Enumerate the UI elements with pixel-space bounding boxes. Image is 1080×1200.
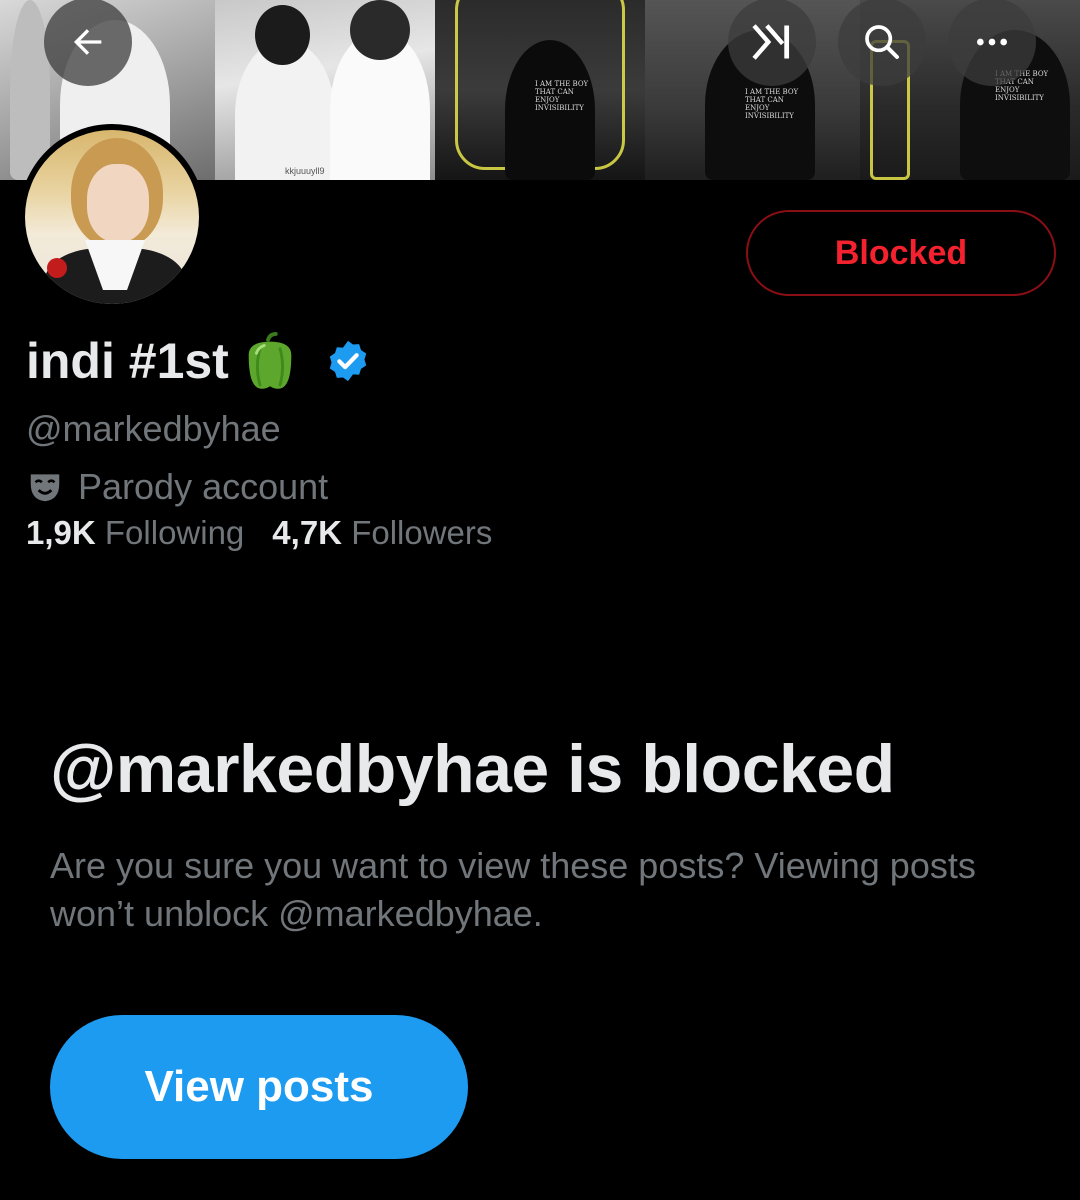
avatar-photo <box>25 130 199 304</box>
parody-label: Parody account <box>26 466 328 508</box>
banner-photo-3: I AM THE BOY THAT CAN ENJOY INVISIBILITY <box>435 0 645 180</box>
blocked-notice-description: Are you sure you want to view these post… <box>50 845 976 934</box>
banner-hair <box>255 5 310 65</box>
view-posts-button[interactable]: View posts <box>50 1015 468 1159</box>
followers-count: 4,7K <box>272 514 343 551</box>
handle: @markedbyhae <box>26 408 281 449</box>
following-label: Following <box>104 514 245 551</box>
banner-watermark: kkjuuuyll9 <box>285 166 325 176</box>
parody-mask-icon <box>30 474 60 502</box>
followers-link[interactable]: 4,7K Followers <box>272 514 492 552</box>
banner-shirt-text: I AM THE BOY THAT CAN ENJOY INVISIBILITY <box>535 80 589 112</box>
parody-label-text: Parody account <box>78 466 329 507</box>
blocked-button[interactable]: Blocked <box>746 210 1056 296</box>
more-options-button[interactable] <box>948 0 1036 86</box>
banner-shirt-text: I AM THE BOY THAT CAN ENJOY INVISIBILITY <box>745 88 799 120</box>
more-horizontal-icon <box>977 38 1007 46</box>
banner-hair <box>350 0 410 60</box>
verified-badge-icon <box>329 340 367 382</box>
bell-pepper-icon <box>248 331 292 389</box>
follow-stats: 1,9K Following 4,7K Followers <box>26 514 492 552</box>
search-button[interactable] <box>838 0 926 86</box>
display-name: indi #1st <box>26 333 229 389</box>
grok-button[interactable] <box>728 0 816 86</box>
blocked-notice-title: @markedbyhae is blocked <box>50 731 895 807</box>
avatar-rose <box>47 258 67 278</box>
following-link[interactable]: 1,9K Following <box>26 514 244 552</box>
avatar[interactable] <box>19 124 205 310</box>
banner-photo-2: kkjuuuyll9 <box>215 0 435 180</box>
search-icon <box>865 25 899 59</box>
followers-label: Followers <box>351 514 493 551</box>
avatar-face <box>87 164 149 242</box>
back-button[interactable] <box>44 0 132 86</box>
grok-xai-icon <box>752 24 790 60</box>
display-name-row: indi #1st <box>26 330 371 392</box>
arrow-left-icon <box>74 29 102 55</box>
following-count: 1,9K <box>26 514 96 551</box>
